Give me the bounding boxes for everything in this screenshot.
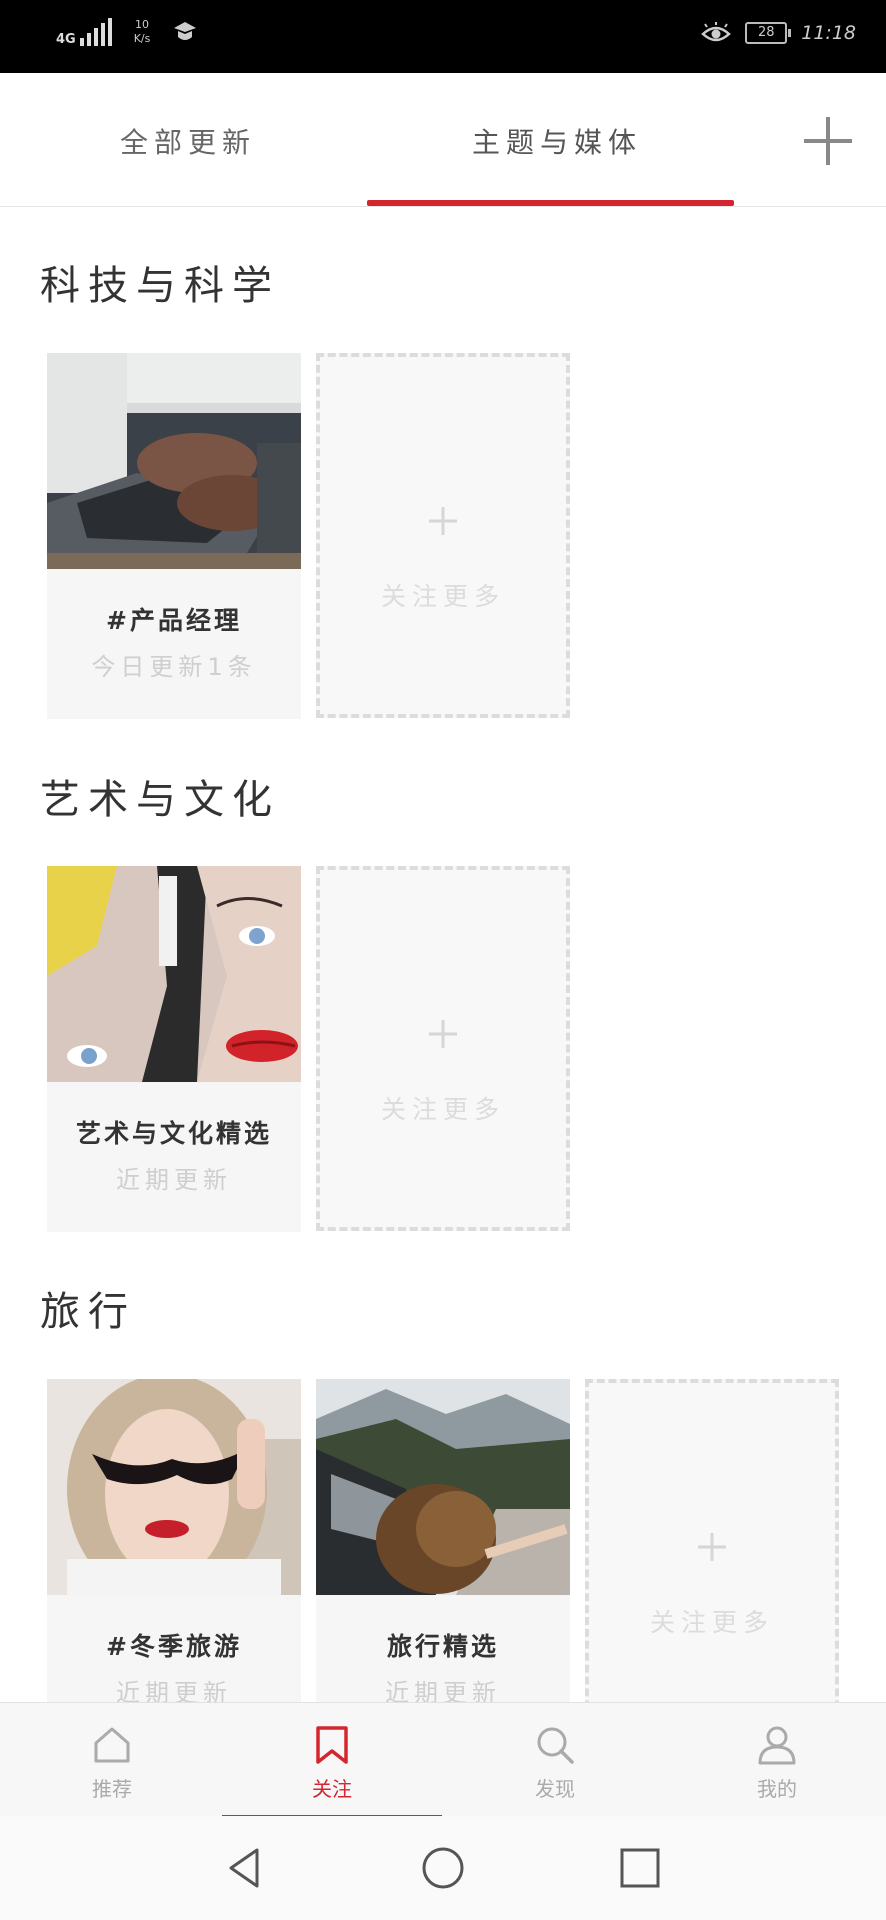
eye-comfort-icon — [701, 22, 732, 42]
section-title-travel: 旅行 — [40, 1289, 136, 1335]
nav-item-me[interactable]: 我的 — [717, 1703, 837, 1817]
subscription-card[interactable]: 旅行精选 近期更新 — [316, 1379, 570, 1702]
nav-item-recommend[interactable]: 推荐 — [52, 1703, 172, 1817]
status-left: 4G 10 K/s — [56, 18, 198, 46]
home-circle-icon[interactable] — [421, 1846, 465, 1890]
plus-icon — [429, 1020, 457, 1048]
subscription-card[interactable]: #产品经理 今日更新1条 — [47, 353, 301, 719]
bottom-nav: 推荐 关注 发现 我的 — [0, 1702, 886, 1820]
follow-more-label: 关注更多 — [380, 1095, 505, 1124]
battery-level: 28 — [757, 25, 775, 40]
network-type: 4G — [56, 32, 76, 47]
nav-label: 发现 — [535, 1777, 575, 1801]
card-subtitle: 近期更新 — [116, 1166, 232, 1194]
subscription-card[interactable]: #冬季旅游 近期更新 — [47, 1379, 301, 1702]
nav-item-discover[interactable]: 发现 — [495, 1703, 615, 1817]
home-icon — [94, 1727, 130, 1763]
status-right: 28 11:18 — [701, 22, 856, 44]
car-window-road-photo — [316, 1379, 570, 1595]
nav-label: 关注 — [312, 1777, 352, 1801]
subscription-card[interactable]: 艺术与文化精选 近期更新 — [47, 866, 301, 1232]
card-title: #冬季旅游 — [106, 1632, 242, 1661]
card-title: #产品经理 — [106, 606, 242, 635]
signal-indicator: 4G — [56, 18, 112, 46]
plus-icon — [698, 1533, 726, 1561]
follow-more-label: 关注更多 — [649, 1608, 774, 1637]
card-title: 旅行精选 — [386, 1632, 499, 1661]
section-title-art: 艺术与文化 — [40, 777, 280, 823]
follow-more-button[interactable]: 关注更多 — [585, 1379, 839, 1702]
recents-icon[interactable] — [618, 1846, 662, 1890]
person-icon — [758, 1726, 796, 1765]
pop-art-mural-photo — [47, 866, 301, 1082]
active-tab-indicator — [367, 200, 734, 206]
card-subtitle: 近期更新 — [385, 1679, 501, 1702]
card-subtitle: 今日更新1条 — [91, 653, 257, 681]
system-nav-bar — [0, 1816, 886, 1920]
battery-icon: 28 — [745, 22, 792, 44]
card-subtitle: 近期更新 — [116, 1679, 232, 1702]
card-title: 艺术与文化精选 — [75, 1119, 272, 1148]
nav-item-follow[interactable]: 关注 — [272, 1703, 392, 1817]
bookmark-icon — [316, 1726, 348, 1764]
tab-all-updates[interactable]: 全部更新 — [120, 121, 256, 161]
search-icon — [537, 1727, 574, 1764]
network-speed: 10 K/s — [134, 18, 151, 46]
back-icon[interactable] — [223, 1846, 267, 1890]
subscriptions-content[interactable]: 科技与科学 #产品经理 今日更新1条 关注更多 艺术与文化 艺术与文化精选 近期… — [0, 207, 886, 1702]
plus-icon[interactable] — [800, 113, 856, 169]
woman-sunglasses-photo — [47, 1379, 301, 1595]
plus-icon — [429, 507, 457, 535]
tab-topics-media[interactable]: 主题与媒体 — [472, 121, 642, 161]
speed-value: 10 — [135, 18, 150, 31]
nav-label: 推荐 — [92, 1777, 132, 1801]
follow-more-label: 关注更多 — [380, 582, 505, 611]
follow-more-button[interactable]: 关注更多 — [316, 353, 570, 718]
laptop-typing-photo — [47, 353, 301, 569]
follow-more-button[interactable]: 关注更多 — [316, 866, 570, 1231]
signal-bars-icon — [79, 18, 112, 46]
nav-label: 我的 — [757, 1777, 797, 1801]
top-tabs: 全部更新 主题与媒体 — [0, 73, 886, 207]
clock: 11:18 — [801, 22, 856, 44]
status-bar: 4G 10 K/s 28 11:18 — [0, 0, 886, 73]
section-title-tech: 科技与科学 — [40, 263, 280, 309]
notification-app-icon — [174, 22, 197, 40]
speed-unit: K/s — [133, 32, 151, 45]
